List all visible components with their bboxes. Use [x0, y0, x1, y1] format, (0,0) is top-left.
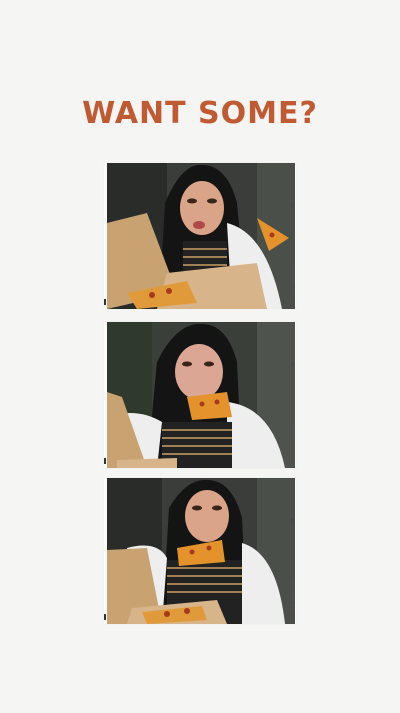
film-corner-mark [104, 458, 106, 464]
photo-frame-1: 45 SUCH FRAMES ARE [104, 163, 296, 309]
film-edge-label: SUCH FRAMES ARE [291, 263, 295, 295]
photo-frame-3: 46 SUCH FRAMES ARE [104, 478, 296, 624]
frame-number: 46 [290, 518, 295, 523]
headline-title: WANT SOME? [82, 96, 318, 131]
photo-frame-2: 46 SUCH FRAMES ARE [104, 322, 296, 468]
film-corner-mark [104, 614, 106, 620]
film-corner-mark [104, 299, 106, 305]
photo-3 [107, 478, 295, 624]
photo-1 [107, 163, 295, 309]
film-edge-label: SUCH FRAMES ARE [291, 578, 295, 610]
frame-number: 46 [290, 362, 295, 367]
photo-3-illustration [107, 478, 295, 624]
frame-number: 45 [290, 203, 295, 208]
film-edge-label: SUCH FRAMES ARE [291, 422, 295, 454]
photo-2-illustration [107, 322, 295, 468]
photo-2 [107, 322, 295, 468]
photo-1-illustration [107, 163, 295, 309]
